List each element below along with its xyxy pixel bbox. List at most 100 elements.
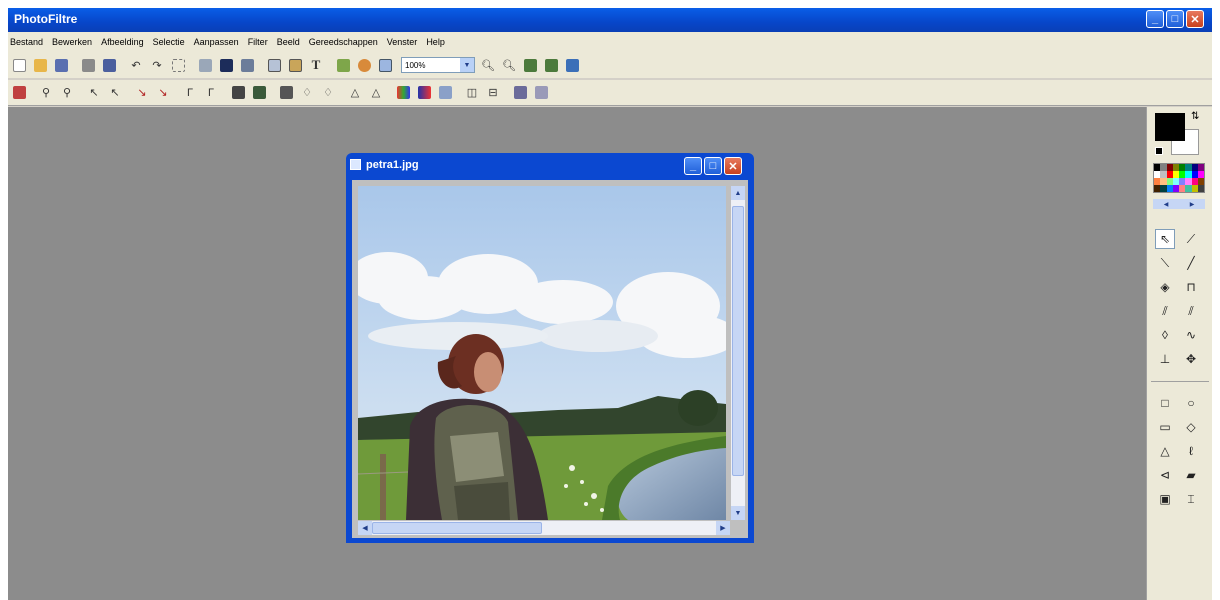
scroll-left-icon[interactable]: ◀ xyxy=(358,521,372,535)
lasso-icon[interactable]: ℓ xyxy=(1181,441,1201,461)
pointer-icon[interactable]: ⇖ xyxy=(1155,229,1175,249)
sepia-icon[interactable] xyxy=(277,84,295,102)
display-icon[interactable] xyxy=(563,56,581,74)
rounded-rect-icon[interactable]: ▭ xyxy=(1155,417,1175,437)
brightness-plus-icon[interactable]: ⚲ xyxy=(58,84,76,102)
maximize-button[interactable]: □ xyxy=(1166,10,1184,28)
auto-contrast-icon[interactable]: ⚲ xyxy=(37,84,55,102)
move-icon[interactable]: ✥ xyxy=(1181,349,1201,369)
vertical-scrollbar[interactable]: ▲ ▼ xyxy=(731,186,745,520)
undo-icon[interactable]: ↶ xyxy=(127,56,145,74)
triangle-icon[interactable]: △ xyxy=(1155,441,1175,461)
palette-next-icon[interactable]: ▶ xyxy=(1190,201,1195,208)
color-swatch[interactable] xyxy=(1197,171,1204,178)
emboss-icon[interactable] xyxy=(394,84,412,102)
doc-maximize-button[interactable]: □ xyxy=(704,157,722,175)
zoom-select[interactable]: 100% ▼ xyxy=(401,57,475,73)
load-shape-icon[interactable]: ▰ xyxy=(1181,465,1201,485)
fullscreen-icon[interactable] xyxy=(542,56,560,74)
diamond-icon[interactable]: ◇ xyxy=(1181,417,1201,437)
text-icon[interactable]: T xyxy=(307,56,325,74)
smudge-icon[interactable]: ∿ xyxy=(1181,325,1201,345)
batch-icon[interactable] xyxy=(532,84,550,102)
effects-icon[interactable] xyxy=(355,56,373,74)
doc-close-button[interactable]: ✕ xyxy=(724,157,742,175)
paste-icon[interactable] xyxy=(286,56,304,74)
menu-aanpassen[interactable]: Aanpassen xyxy=(194,37,239,47)
line-icon[interactable]: ╱ xyxy=(1181,253,1201,273)
reset-colors-icon[interactable] xyxy=(1155,147,1163,155)
menu-bewerken[interactable]: Bewerken xyxy=(52,37,92,47)
invert-selection-icon[interactable]: ▣ xyxy=(1155,489,1175,509)
sharpen-icon[interactable]: △ xyxy=(346,84,364,102)
menu-bestand[interactable]: Bestand xyxy=(10,37,43,47)
menu-beeld[interactable]: Beeld xyxy=(277,37,300,47)
flip-icon[interactable]: ◫ xyxy=(463,84,481,102)
brush-icon[interactable]: ⫽ xyxy=(1155,301,1175,321)
redo-icon[interactable]: ↷ xyxy=(148,56,166,74)
open-icon[interactable] xyxy=(31,56,49,74)
vertical-scroll-thumb[interactable] xyxy=(732,206,744,476)
sharpen-more-icon[interactable]: △ xyxy=(367,84,385,102)
horizontal-scrollbar[interactable]: ◀ ▶ xyxy=(358,521,730,535)
menu-help[interactable]: Help xyxy=(426,37,445,47)
zoom-out-icon[interactable]: 🔍︎ xyxy=(500,56,518,74)
rectangle-icon[interactable]: □ xyxy=(1155,393,1175,413)
zoom-in-icon[interactable]: 🔍︎ xyxy=(479,56,497,74)
chevron-down-icon[interactable]: ▼ xyxy=(460,58,474,72)
foreground-color[interactable] xyxy=(1155,113,1185,141)
blur-icon[interactable]: ♢ xyxy=(298,84,316,102)
save-icon[interactable] xyxy=(52,56,70,74)
ellipse-icon[interactable]: ○ xyxy=(1181,393,1201,413)
magic-wand-icon[interactable]: ⟍ xyxy=(1155,253,1175,273)
title-bar[interactable]: PhotoFiltre _ □ ✕ xyxy=(8,8,1212,32)
rgb-icon[interactable] xyxy=(415,84,433,102)
blur-drop-icon[interactable]: ◊ xyxy=(1155,325,1175,345)
text-mask-icon[interactable]: ⌶ xyxy=(1181,489,1201,509)
menu-filter[interactable]: Filter xyxy=(248,37,268,47)
gamma-plus-icon[interactable]: Γ xyxy=(202,84,220,102)
hue-icon[interactable] xyxy=(436,84,454,102)
layers-icon[interactable] xyxy=(334,56,352,74)
brightness-minus-icon[interactable]: ↖ xyxy=(85,84,103,102)
resize-icon[interactable] xyxy=(238,56,256,74)
auto-levels-icon[interactable] xyxy=(10,84,28,102)
swap-colors-icon[interactable]: ⇅ xyxy=(1191,111,1199,122)
color-swatch[interactable] xyxy=(1197,178,1204,185)
palette-prev-icon[interactable]: ◀ xyxy=(1164,201,1169,208)
scroll-right-icon[interactable]: ▶ xyxy=(716,521,730,535)
saturation-plus-icon[interactable]: ↘ xyxy=(154,84,172,102)
polygon-icon[interactable]: ⊲ xyxy=(1155,465,1175,485)
horizontal-scroll-thumb[interactable] xyxy=(372,522,542,534)
spray-icon[interactable]: ⊓ xyxy=(1181,277,1201,297)
color-swatches[interactable] xyxy=(1153,163,1205,193)
clone-stamp-icon[interactable]: ⊥ xyxy=(1155,349,1175,369)
effect-brush-icon[interactable]: ⫽ xyxy=(1181,301,1201,321)
soften-icon[interactable]: ♢ xyxy=(319,84,337,102)
copy-icon[interactable] xyxy=(265,56,283,74)
fit-icon[interactable] xyxy=(521,56,539,74)
scroll-down-icon[interactable]: ▼ xyxy=(731,506,745,520)
new-icon[interactable] xyxy=(10,56,28,74)
eyedropper-icon[interactable]: ⟋ xyxy=(1181,229,1201,249)
scroll-up-icon[interactable]: ▲ xyxy=(731,186,745,200)
menu-afbeelding[interactable]: Afbeelding xyxy=(101,37,144,47)
contrast-plus-icon[interactable]: ↖ xyxy=(106,84,124,102)
menu-selectie[interactable]: Selectie xyxy=(153,37,185,47)
contrast-minus-icon[interactable]: ↘ xyxy=(133,84,151,102)
doc-minimize-button[interactable]: _ xyxy=(684,157,702,175)
plugin-icon[interactable] xyxy=(511,84,529,102)
crop-icon[interactable] xyxy=(169,56,187,74)
rotate-icon[interactable]: ⊟ xyxy=(484,84,502,102)
document-title-bar[interactable]: petra1.jpg _ □ ✕ xyxy=(346,153,754,179)
canvas-size-icon[interactable] xyxy=(217,56,235,74)
photo-canvas[interactable] xyxy=(358,186,726,520)
color-swatch[interactable] xyxy=(1197,185,1204,192)
scan-icon[interactable] xyxy=(100,56,118,74)
menu-venster[interactable]: Venster xyxy=(387,37,418,47)
close-button[interactable]: ✕ xyxy=(1186,10,1204,28)
frame-icon[interactable] xyxy=(376,56,394,74)
saturation-minus-icon[interactable]: Γ xyxy=(181,84,199,102)
gamma-minus-icon[interactable] xyxy=(229,84,247,102)
image-size-icon[interactable] xyxy=(196,56,214,74)
